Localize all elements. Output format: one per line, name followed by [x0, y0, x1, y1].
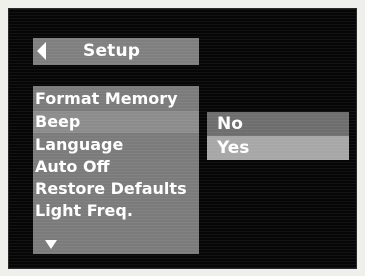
menu-item-light-freq[interactable]: Light Freq. — [35, 200, 133, 222]
lcd-screen: Setup Format Memory Beep Language Auto O… — [8, 8, 357, 269]
menu-item-language[interactable]: Language — [35, 134, 123, 156]
camera-bezel: Setup Format Memory Beep Language Auto O… — [0, 0, 365, 276]
menu-item-beep[interactable]: Beep — [33, 111, 199, 133]
menu-item-restore-defaults[interactable]: Restore Defaults — [35, 178, 187, 200]
page-title: Setup — [83, 41, 141, 61]
header-bar: Setup — [33, 38, 199, 65]
menu-item-auto-off[interactable]: Auto Off — [35, 156, 110, 178]
scroll-down-icon[interactable] — [45, 240, 57, 249]
menu-item-format-memory[interactable]: Format Memory — [35, 88, 178, 110]
option-no[interactable]: No — [207, 112, 349, 136]
option-yes[interactable]: Yes — [207, 136, 349, 160]
back-arrow-icon[interactable] — [37, 42, 46, 60]
setup-menu: Format Memory Beep Language Auto Off Res… — [33, 86, 199, 254]
beep-options-submenu: No Yes — [207, 112, 349, 160]
